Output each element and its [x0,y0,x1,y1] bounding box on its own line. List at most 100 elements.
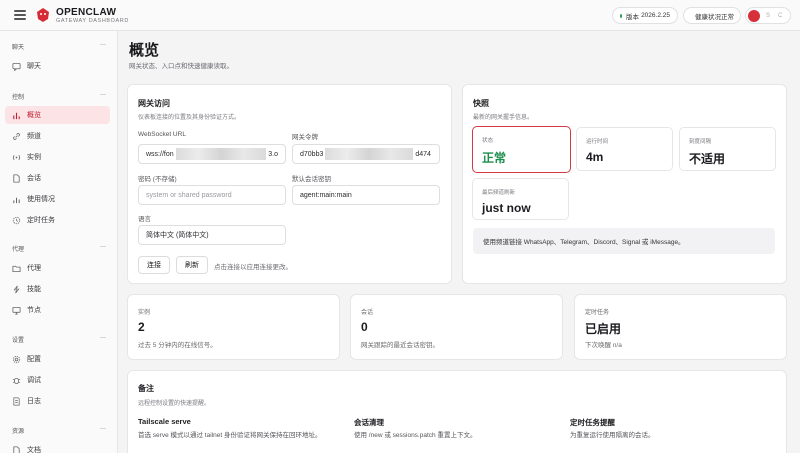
metric-card-instances: 实例 2 过去 5 分钟内的在线信号。 [127,294,340,360]
sidebar-item-usage[interactable]: 使用情况 [5,190,110,208]
sidebar-section-agent[interactable]: 代理 — [12,244,110,253]
user-icon-b[interactable]: C [778,13,782,19]
version-label: 版本 [626,13,640,21]
status-dot-icon [620,13,623,18]
stat-value: 不适用 [689,152,726,166]
log-icon [12,397,21,406]
clock-icon [12,216,21,225]
stat-status: 状态 正常 [472,126,571,173]
health-value: 正常 [721,13,734,21]
sidebar-item-skills[interactable]: 技能 [5,280,110,298]
sidebar-item-label: 会话 [27,175,41,182]
token-label: 网关令牌 [292,134,318,141]
metric-sub: 网关跟踪的最近会话密钥。 [361,342,439,349]
sidebar-item-debug[interactable]: 调试 [5,371,110,389]
metric-label: 实例 [138,310,151,316]
note-text-tailscale: 首选 serve 模式以通过 tailnet 身份验证将网关保持在回环地址。 [138,432,322,439]
channel-hint-box: 使用频道链接 WhatsApp、Telegram、Discord、Signal … [473,228,775,254]
folder-icon [12,264,21,273]
gear-icon [12,355,21,364]
snapshot-card-subtitle: 最新的网关握手信息。 [473,115,534,121]
user-menu[interactable]: S C [745,7,791,24]
sidebar-item-label: 定时任务 [27,217,55,224]
sidebar-item-label: 配置 [27,356,41,363]
file-icon [12,173,21,183]
health-label: 健康状况 [695,13,721,21]
chart-icon [12,111,21,120]
sidebar-item-label: 技能 [27,286,41,293]
sidebar-item-nodes[interactable]: 节点 [5,301,110,319]
stat-last-channel-refresh: 最后频道刷新 just now [472,178,569,220]
metric-value: 已启用 [585,322,622,336]
user-icon-a[interactable]: S [766,13,770,19]
sidebar: 聊天 — 聊天 控制 — 概览 频道 实例 会话 使用情况 定时任务 代理 — 代理 … [0,31,118,453]
sidebar-item-label: 实例 [27,154,41,161]
gateway-card-title: 网关访问 [138,99,170,108]
note-title-tailscale: Tailscale serve [138,417,191,426]
session-key-label: 默认会话密钥 [292,176,331,183]
menu-icon[interactable] [14,10,26,20]
avatar[interactable] [748,10,760,22]
stat-label: 刻度间隔 [689,139,712,145]
bug-icon [12,376,21,385]
sidebar-item-label: 文档 [27,447,41,453]
session-key-input[interactable]: agent:main:main [292,185,440,205]
sidebar-section-settings[interactable]: 设置 — [12,335,110,344]
doc-icon [12,445,21,453]
sidebar-item-logs[interactable]: 日志 [5,392,110,410]
stat-label: 运行时间 [586,139,609,145]
brand-subtitle: GATEWAY DASHBOARD [56,18,129,24]
sidebar-section-chat[interactable]: 聊天 — [12,42,110,51]
note-title-session-cleanup: 会话清理 [354,418,384,427]
stat-value: just now [482,201,531,215]
monitor-icon [12,306,21,315]
sidebar-section-control[interactable]: 控制 — [12,92,110,101]
chat-icon [12,62,21,71]
ws-url-input[interactable]: wss://fon 3.o [138,144,286,164]
sidebar-item-label: 日志 [27,398,41,405]
sidebar-section-resources[interactable]: 资源 — [12,426,110,435]
sidebar-item-label: 调试 [27,377,41,384]
connect-hint: 点击连接以应用连接更改。 [214,264,292,271]
language-label: 语言 [138,216,151,223]
ws-url-label: WebSocket URL [138,131,186,138]
redacted-block [175,148,267,160]
sidebar-item-overview[interactable]: 概览 [5,106,110,124]
radio-icon [12,153,21,162]
stat-tick-interval: 刻度间隔 不适用 [679,127,776,171]
sidebar-item-label: 节点 [27,307,41,314]
sidebar-item-instances[interactable]: 实例 [5,148,110,166]
page-subtitle: 网关状态、入口点和快速健康读取。 [129,63,233,70]
sidebar-item-cron[interactable]: 定时任务 [5,211,110,229]
stat-value: 4m [586,150,604,164]
metric-value: 2 [138,320,145,334]
note-title-cron-reminder: 定时任务提醒 [570,418,615,427]
language-select[interactable]: 简体中文 (简体中文) [138,225,286,245]
metric-label: 会话 [361,310,374,316]
sidebar-item-label: 频道 [27,133,41,140]
link-icon [12,132,21,141]
sidebar-item-config[interactable]: 配置 [5,350,110,368]
refresh-button[interactable]: 刷新 [176,256,208,274]
version-pill: 版本 2026.2.25 [612,7,678,24]
sidebar-item-label: 概览 [27,112,41,119]
sidebar-item-channels[interactable]: 频道 [5,127,110,145]
notes-card: 备注 远程控制设置的快速提醒。 Tailscale serve 首选 serve… [127,370,787,453]
stat-value: 正常 [482,151,507,165]
gateway-card-subtitle: 仪表板连接的位置及其身份验证方式。 [138,115,241,121]
sidebar-item-label: 使用情况 [27,196,55,203]
sidebar-item-agents[interactable]: 代理 [5,259,110,277]
health-pill: 健康状况 正常 [683,7,741,24]
token-input[interactable]: d70bb3 d474 [292,144,440,164]
metric-label: 定时任务 [585,310,610,316]
snapshot-card-title: 快照 [473,99,489,108]
sidebar-item-sessions[interactable]: 会话 [5,169,110,187]
password-input[interactable]: system or shared password [138,185,286,205]
sidebar-item-docs[interactable]: 文档 [5,441,110,453]
sidebar-item-chat[interactable]: 聊天 [5,57,110,75]
password-label: 密码 (不存储) [138,176,177,183]
brand-title: OPENCLAW [56,7,117,18]
ws-url-prefix: wss://fon [146,150,174,158]
connect-button[interactable]: 连接 [138,256,170,274]
stat-uptime: 运行时间 4m [576,127,673,171]
